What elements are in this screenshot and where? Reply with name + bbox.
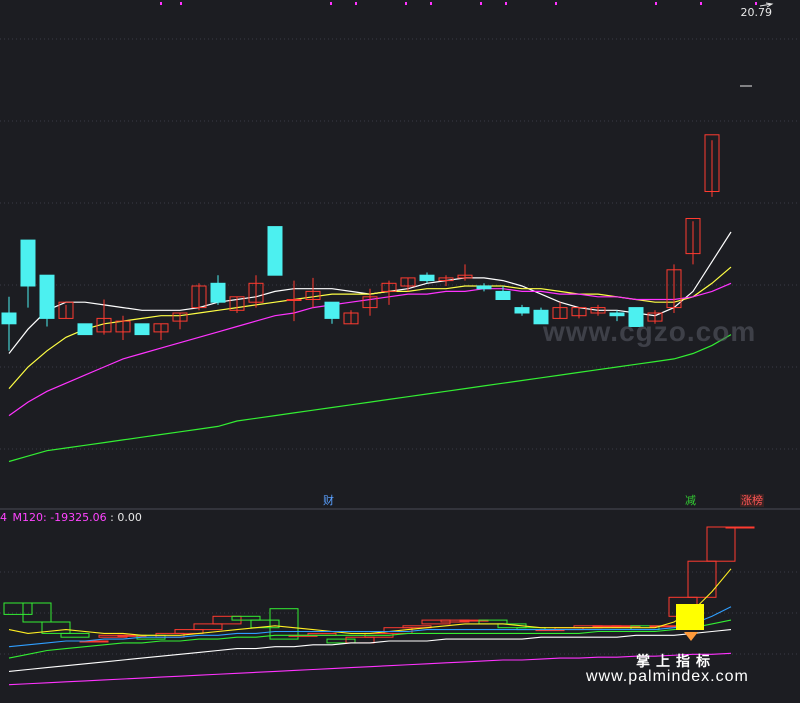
candle: [267, 226, 283, 276]
chart-canvas[interactable]: [0, 0, 800, 703]
top-marker-dot: [700, 2, 702, 5]
indicator-bar: [725, 526, 755, 529]
price-high-label: 20.79: [740, 6, 773, 19]
candle-body: [286, 299, 302, 301]
candle-body: [134, 323, 150, 336]
indicator-name: M120:: [12, 511, 47, 524]
candle-body: [77, 323, 93, 336]
candle-body: [495, 290, 511, 300]
top-marker-dot: [505, 2, 507, 5]
top-marker-dot: [430, 2, 432, 5]
candle: [39, 274, 55, 327]
indicator-value2: 0.00: [117, 511, 142, 524]
candle: [77, 323, 93, 336]
indicator-separator: :: [110, 511, 114, 524]
signal-block: [676, 604, 704, 630]
indicator-prefix: 4: [0, 511, 7, 524]
candle-body: [1, 312, 17, 325]
event-badge-limit-up[interactable]: 涨榜: [740, 494, 764, 507]
top-marker-dot: [160, 2, 162, 5]
candle-body: [514, 307, 530, 314]
top-marker-dot: [180, 2, 182, 5]
watermark-mid: www.cgzo.com: [543, 316, 757, 347]
top-marker-dot: [355, 2, 357, 5]
candle-body: [20, 239, 36, 287]
top-marker-dot: [405, 2, 407, 5]
event-badge-reduce[interactable]: 减: [684, 494, 697, 507]
candle-body: [324, 301, 340, 319]
watermark-site: www.palmindex.com: [586, 668, 749, 685]
indicator-bar: [649, 625, 679, 628]
top-marker-dot: [755, 2, 757, 5]
candle-body: [419, 274, 435, 282]
candle-body: [39, 274, 55, 319]
event-badge-finance[interactable]: 财: [322, 494, 335, 507]
candle: [134, 323, 150, 336]
indicator-header: 4 M120: -19325.06 : 0.00: [0, 511, 142, 524]
top-marker-dot: [655, 2, 657, 5]
top-marker-dot: [480, 2, 482, 5]
candle-body: [476, 285, 492, 290]
candle-body: [267, 226, 283, 276]
indicator-value: -19325.06: [50, 511, 107, 524]
top-marker-dot: [330, 2, 332, 5]
candle-body: [210, 282, 226, 303]
top-marker-dot: [555, 2, 557, 5]
